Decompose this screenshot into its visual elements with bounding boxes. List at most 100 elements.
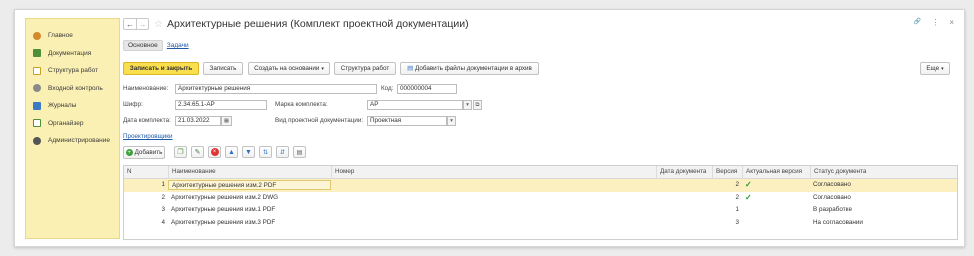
save-and-close-button[interactable]: Записать и закрыть <box>123 62 199 75</box>
open-file-button[interactable]: ▤ <box>293 146 306 158</box>
copy-row-button[interactable]: ❐ <box>174 146 187 158</box>
add-files-label: Добавить файлы документации в архив <box>415 65 532 72</box>
sidebar-item-work-structure[interactable]: Структура работ <box>26 62 119 80</box>
row-version: 2 <box>735 181 739 188</box>
sidebar-item-label: Администрирование <box>48 137 110 145</box>
sidebar-item-journals[interactable]: Журналы <box>26 97 119 115</box>
row-status: В разработке <box>813 206 852 213</box>
name-label: Наименование: <box>123 85 169 92</box>
row-name: Архитектурные решения изм.2 DWG <box>171 193 279 201</box>
column-header-name[interactable]: Наименование <box>168 166 331 179</box>
chevron-down-icon: ▾ <box>321 65 324 72</box>
column-header-actual-version[interactable]: Актуальная версия <box>742 166 810 179</box>
create-based-on-button[interactable]: Создать на основании ▾ <box>248 62 330 75</box>
form-tabs: Основное Задачи <box>123 40 189 51</box>
sidebar-item-main[interactable]: Главное <box>26 27 119 45</box>
designers-link[interactable]: Проектировщики <box>123 133 173 140</box>
window-controls: 🔗 ⋮ × <box>914 18 954 27</box>
calendar-icon: ▦ <box>223 118 230 124</box>
move-up-button[interactable]: ▲ <box>225 146 238 158</box>
row-doc-date <box>656 204 712 217</box>
code-field[interactable]: 000000004 <box>397 84 457 94</box>
close-icon[interactable]: × <box>949 18 954 27</box>
row-doc-number <box>331 217 656 230</box>
tab-main[interactable]: Основное <box>123 40 163 51</box>
page-title: Архитектурные решения (Комплект проектно… <box>166 18 469 30</box>
save-button[interactable]: Записать <box>203 62 243 75</box>
column-header-version[interactable]: Версия <box>712 166 742 179</box>
sidebar-item-label: Входной контроль <box>48 84 103 92</box>
sidebar-item-documentation[interactable]: Документация <box>26 45 119 63</box>
row-name[interactable]: Архитектурные решения изм.2 PDF <box>168 180 331 190</box>
row-version: 1 <box>735 206 739 213</box>
row-actual-check: ✓ <box>745 192 752 202</box>
row-doc-date <box>656 179 712 192</box>
favorite-star-icon[interactable]: ☆ <box>154 19 163 30</box>
delete-icon: × <box>210 148 219 156</box>
table-header: N Наименование Номер Дата документа Верс… <box>124 166 957 179</box>
row-doc-date <box>656 217 712 230</box>
row-doc-number <box>331 192 656 205</box>
sort-asc-button[interactable]: ⇅ <box>259 146 272 158</box>
mark-dropdown-button[interactable]: ▾ <box>463 100 472 110</box>
move-down-button[interactable]: ▼ <box>242 146 255 158</box>
back-button[interactable]: ← <box>124 19 136 29</box>
link-icon[interactable]: 🔗 <box>914 18 921 27</box>
document-icon <box>33 49 41 58</box>
forward-button[interactable]: → <box>136 19 148 29</box>
row-doc-date <box>656 192 712 205</box>
cipher-label: Шифр: <box>123 101 143 108</box>
sort-descending-icon: ⇵ <box>279 149 286 156</box>
mark-field[interactable]: АР <box>367 100 463 110</box>
row-version: 3 <box>735 218 739 226</box>
chevron-down-icon: ▾ <box>941 65 944 72</box>
column-header-status[interactable]: Статус документа <box>810 166 957 179</box>
form-toolbar: Записать и закрыть Записать Создать на о… <box>123 62 958 76</box>
cipher-field[interactable]: 2.34.65.1-АР <box>175 100 267 110</box>
chevron-down-icon: ▾ <box>466 102 469 108</box>
doctype-field[interactable]: Проектная <box>367 116 447 126</box>
table-row[interactable]: 1 Архитектурные решения изм.2 PDF 2 ✓ Со… <box>124 179 957 192</box>
row-number: 2 <box>161 193 165 201</box>
table-row[interactable]: 3 Архитектурные решения изм.1 PDF 1 В ра… <box>124 204 957 217</box>
file-open-icon: ▤ <box>296 149 303 156</box>
row-name: Архитектурные решения изм.3 PDF <box>171 218 276 226</box>
row-name: Архитектурные решения изм.1 PDF <box>171 206 276 213</box>
column-header-n[interactable]: N <box>124 166 168 179</box>
doctype-dropdown-button[interactable]: ▾ <box>447 116 456 126</box>
pencil-icon: ✎ <box>194 149 201 156</box>
calendar-button[interactable]: ▦ <box>221 116 232 126</box>
work-structure-button[interactable]: Структура работ <box>334 62 396 75</box>
sidebar-item-label: Журналы <box>48 102 77 110</box>
add-row-button[interactable]: + Добавить <box>123 146 165 159</box>
add-icon: + <box>125 149 133 156</box>
more-menu-icon[interactable]: ⋮ <box>931 18 939 27</box>
home-icon <box>33 31 41 40</box>
name-field[interactable]: Архитектурные решения <box>175 84 377 94</box>
sidebar-item-label: Главное <box>48 32 73 40</box>
date-field[interactable]: 21.03.2022 <box>175 116 221 126</box>
column-header-date[interactable]: Дата документа <box>656 166 712 179</box>
more-label: Еще <box>926 65 940 72</box>
sidebar-item-organizer[interactable]: Органайзер <box>26 115 119 133</box>
edit-row-button[interactable]: ✎ <box>191 146 204 158</box>
sidebar-item-input-control[interactable]: Входной контроль <box>26 80 119 98</box>
sort-desc-button[interactable]: ⇵ <box>276 146 289 158</box>
create-based-on-label: Создать на основании <box>254 65 320 72</box>
table-row[interactable]: 2 Архитектурные решения изм.2 DWG 2 ✓ Со… <box>124 192 957 205</box>
sidebar: Главное Документация Структура работ Вхо… <box>25 18 120 239</box>
delete-row-button[interactable]: × <box>208 146 221 158</box>
organizer-icon <box>33 119 41 128</box>
sidebar-item-administration[interactable]: Администрирование <box>26 132 119 150</box>
row-actual-check <box>742 217 810 230</box>
column-header-number[interactable]: Номер <box>331 166 656 179</box>
row-status: Согласовано <box>813 181 851 188</box>
more-button[interactable]: Еще ▾ <box>920 62 950 75</box>
tab-tasks[interactable]: Задачи <box>167 42 189 49</box>
sidebar-item-label: Структура работ <box>48 67 99 75</box>
row-status: Согласовано <box>813 193 851 201</box>
mark-open-button[interactable]: ⧉ <box>473 100 482 110</box>
add-documentation-files-button[interactable]: ▤ Добавить файлы документации в архив <box>400 62 539 75</box>
sidebar-item-label: Органайзер <box>48 119 84 127</box>
table-row[interactable]: 4 Архитектурные решения изм.3 PDF 3 На с… <box>124 217 957 230</box>
